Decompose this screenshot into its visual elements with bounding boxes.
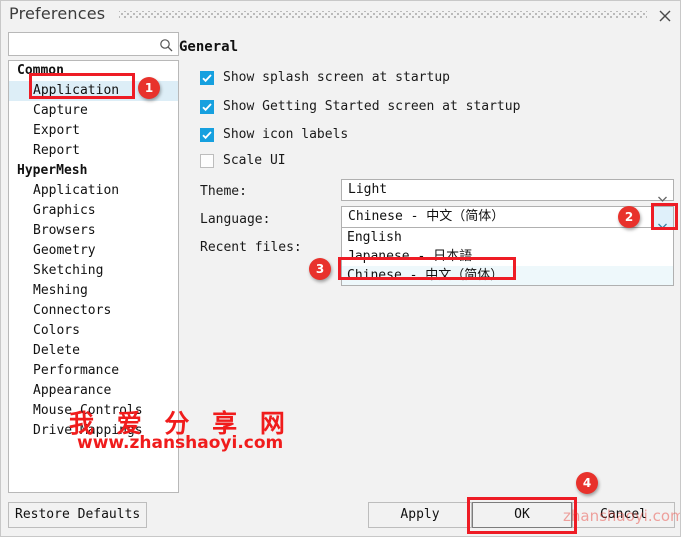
sidebar-item-report[interactable]: Report <box>9 141 178 161</box>
sidebar-item-meshing[interactable]: Meshing <box>9 281 178 301</box>
sidebar-group-hypermesh[interactable]: HyperMesh <box>9 161 178 181</box>
checkbox-unchecked-icon[interactable] <box>200 154 214 168</box>
checkbox-checked-icon[interactable] <box>200 100 214 114</box>
sidebar-item-graphics[interactable]: Graphics <box>9 201 178 221</box>
sidebar-item-browsers[interactable]: Browsers <box>9 221 178 241</box>
preferences-dialog: Preferences Common Application Capture Expo… <box>0 0 681 537</box>
theme-label: Theme: <box>200 184 247 199</box>
ok-button[interactable]: OK <box>472 502 572 528</box>
title-bar: Preferences <box>1 1 680 29</box>
close-icon[interactable] <box>658 9 672 23</box>
watermark-faint: zhanshaoyi.com <box>563 507 681 525</box>
sidebar-item-delete[interactable]: Delete <box>9 341 178 361</box>
annotation-badge-3: 3 <box>309 258 331 280</box>
annotation-badge-1: 1 <box>138 77 160 99</box>
search-box[interactable] <box>8 32 179 56</box>
sidebar-item-colors[interactable]: Colors <box>9 321 178 341</box>
language-value: Chinese - 中文（简体） <box>348 209 505 224</box>
checkbox-label: Show icon labels <box>223 127 349 142</box>
sidebar-item-application[interactable]: Application <box>9 181 178 201</box>
theme-value: Light <box>348 182 388 197</box>
page-title: Preferences <box>9 4 106 23</box>
language-option-2[interactable]: Chinese - 中文（简体） <box>342 266 673 285</box>
language-dropdown-list[interactable]: English Japanese - 日本語 Chinese - 中文（简体） <box>341 227 674 286</box>
checkbox-label: Scale UI <box>223 153 286 168</box>
checkbox-label: Show splash screen at startup <box>223 70 450 85</box>
checkbox-label: Show Getting Started screen at startup <box>223 99 521 114</box>
chevron-down-icon[interactable] <box>658 187 667 202</box>
recent-files-label: Recent files: <box>200 240 302 255</box>
section-heading-general: General <box>179 39 239 55</box>
chevron-down-icon[interactable] <box>658 214 667 229</box>
search-icon[interactable] <box>159 37 173 52</box>
sidebar-item-export[interactable]: Export <box>9 121 178 141</box>
checkbox-checked-icon[interactable] <box>200 128 214 142</box>
drag-grip-dots-icon[interactable] <box>119 11 647 19</box>
watermark-url: www.zhanshaoyi.com <box>77 433 284 453</box>
checkbox-checked-icon[interactable] <box>200 71 214 85</box>
sidebar-item-capture[interactable]: Capture <box>9 101 178 121</box>
language-option-0[interactable]: English <box>342 228 673 247</box>
apply-button[interactable]: Apply <box>368 502 472 528</box>
sidebar-item-geometry[interactable]: Geometry <box>9 241 178 261</box>
language-label: Language: <box>200 212 271 227</box>
language-option-1[interactable]: Japanese - 日本語 <box>342 247 673 266</box>
sidebar-item-connectors[interactable]: Connectors <box>9 301 178 321</box>
sidebar-item-appearance[interactable]: Appearance <box>9 381 178 401</box>
annotation-badge-4: 4 <box>576 472 598 494</box>
sidebar-item-performance[interactable]: Performance <box>9 361 178 381</box>
sidebar-item-sketching[interactable]: Sketching <box>9 261 178 281</box>
restore-defaults-button[interactable]: Restore Defaults <box>8 502 147 528</box>
annotation-badge-2: 2 <box>618 206 640 228</box>
search-input[interactable] <box>9 33 155 55</box>
theme-combobox[interactable]: Light <box>341 179 674 202</box>
